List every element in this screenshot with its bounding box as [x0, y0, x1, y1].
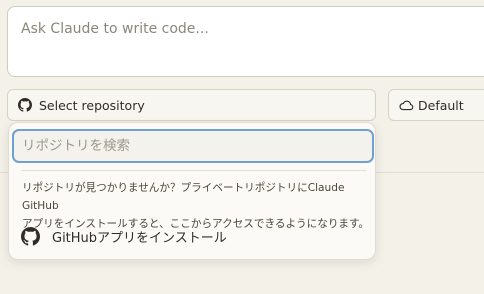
dropdown-separator [21, 170, 366, 171]
github-icon [18, 98, 32, 112]
select-repository-button[interactable]: Select repository [7, 89, 376, 121]
page: Ask Claude to write code... Select repos… [0, 0, 484, 294]
github-icon [21, 226, 40, 246]
help-text-line-1: リポジトリが見つかりませんか？プライベートリポジトリにClaude GitHub [22, 182, 345, 212]
repository-search-input[interactable] [14, 131, 372, 161]
environment-label: Default [418, 97, 464, 113]
environment-select[interactable]: Default [388, 89, 484, 121]
repository-dropdown: リポジトリが見つかりませんか？プライベートリポジトリにClaude GitHub… [8, 122, 376, 260]
prompt-placeholder: Ask Claude to write code... [21, 21, 209, 37]
repository-search-field[interactable] [12, 129, 374, 163]
prompt-textarea[interactable]: Ask Claude to write code... [7, 6, 484, 77]
select-repository-label: Select repository [39, 97, 145, 113]
install-github-app-label: GitHubアプリをインストール [52, 230, 227, 246]
install-github-app-button[interactable]: GitHubアプリをインストール [21, 223, 227, 249]
cloud-icon [399, 100, 414, 111]
